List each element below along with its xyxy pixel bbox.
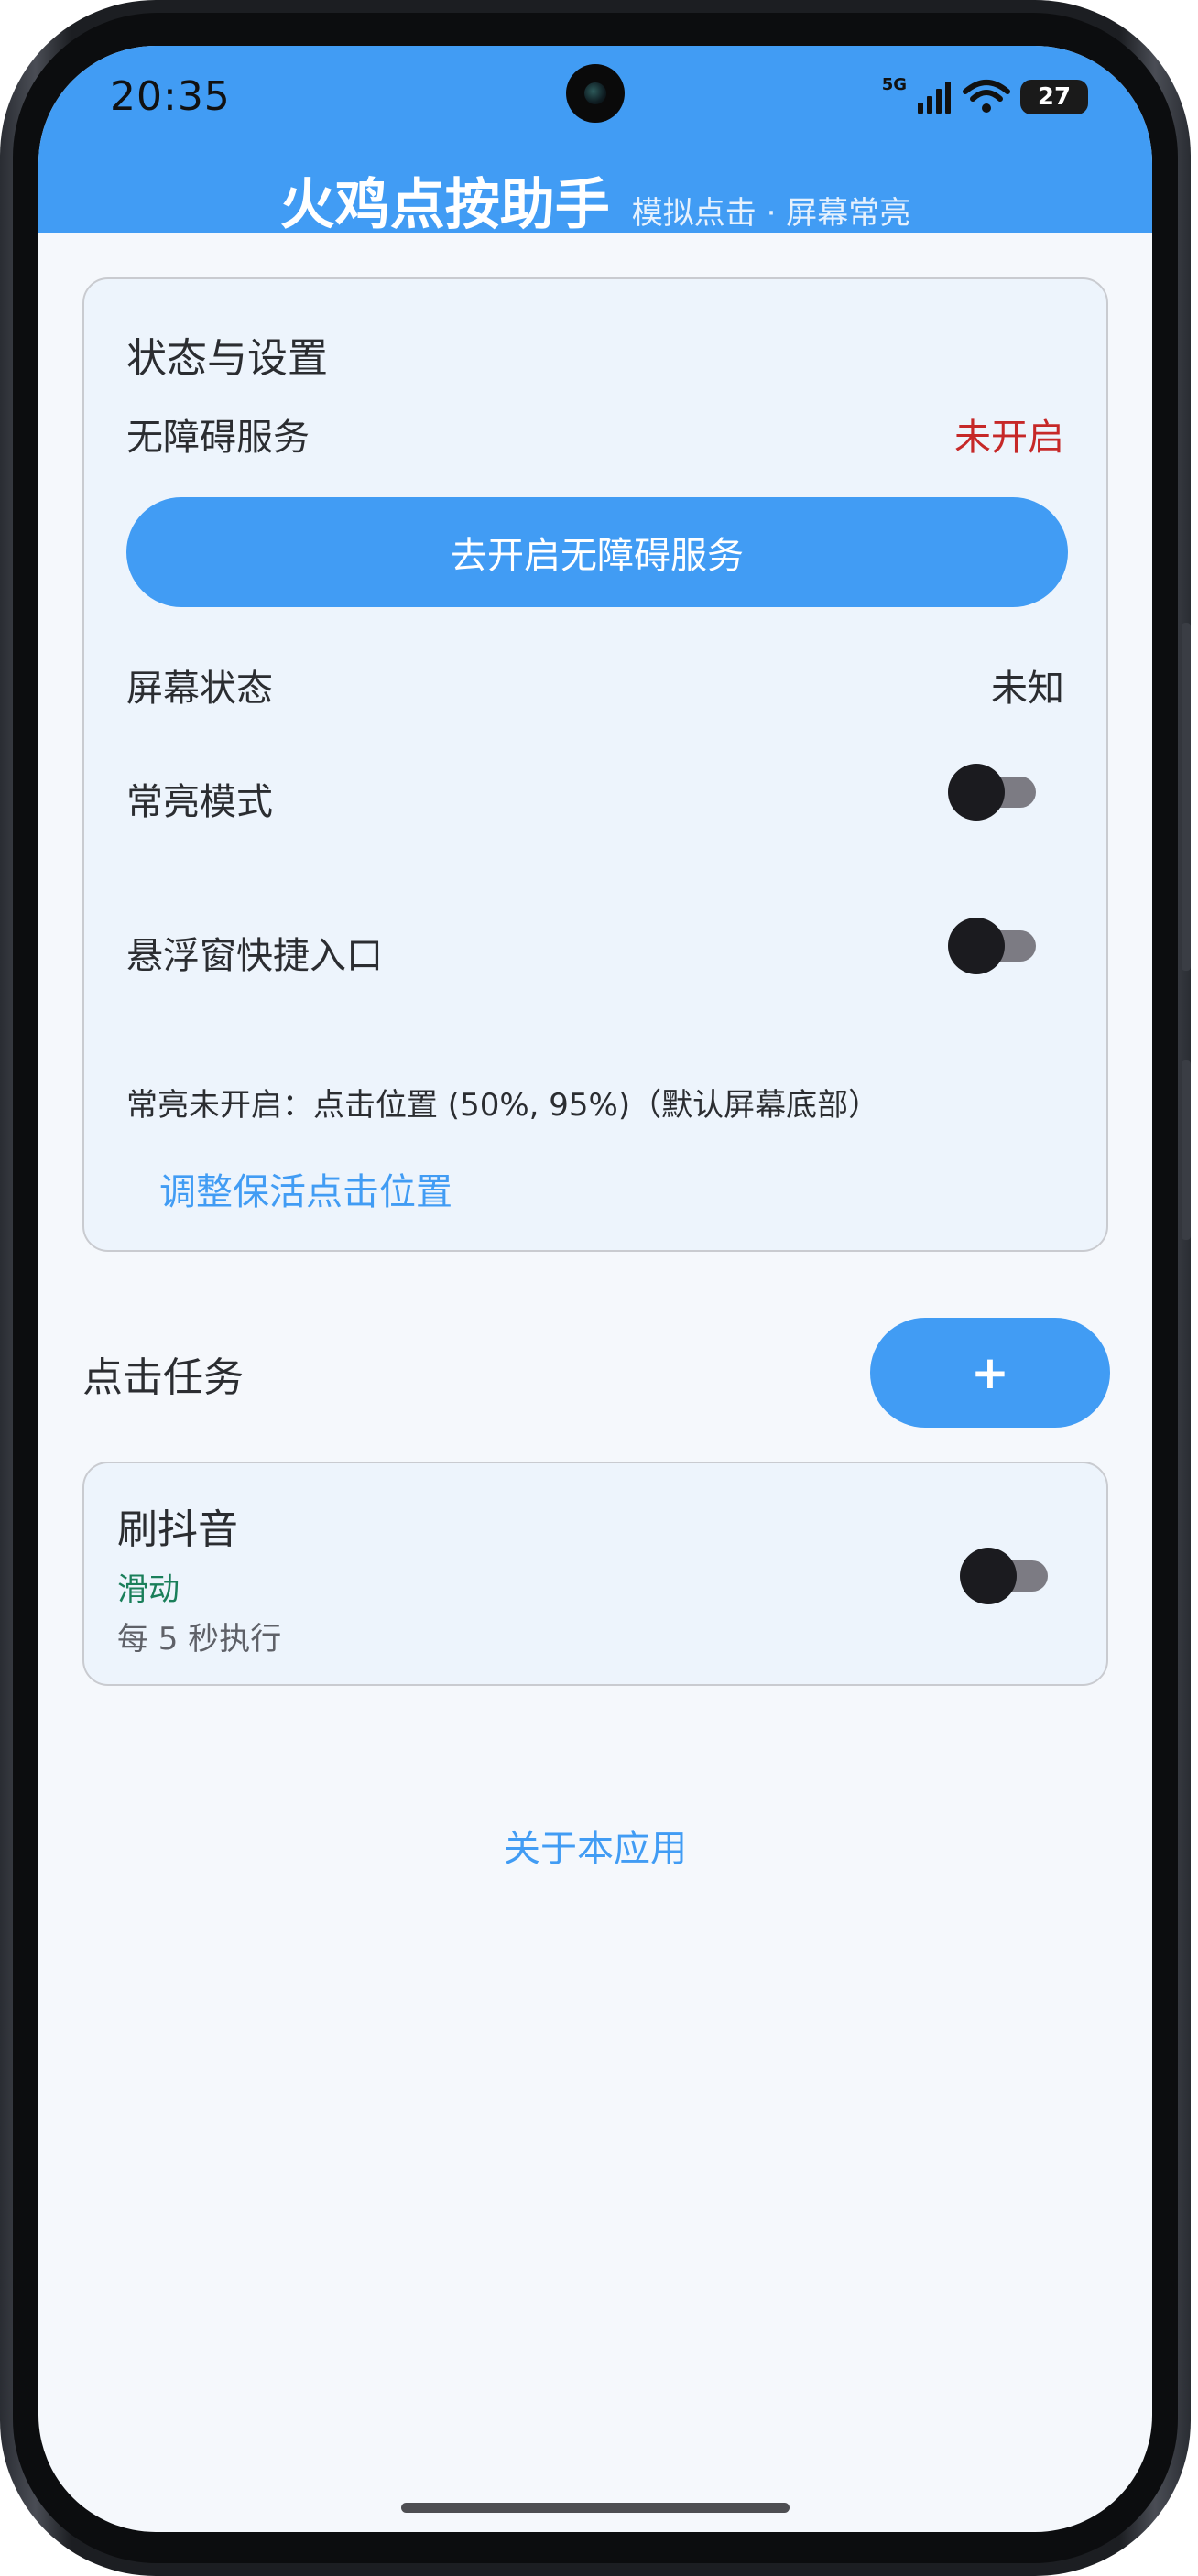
keep-awake-toggle[interactable] bbox=[948, 762, 1036, 821]
status-icons: 5G 27 bbox=[881, 75, 1088, 117]
task-name: 刷抖音 bbox=[117, 1506, 238, 1553]
floating-window-label: 悬浮窗快捷入口 bbox=[126, 935, 383, 977]
volume-button bbox=[1182, 623, 1191, 971]
app-title-row: 火鸡点按助手 模拟点击 · 屏幕常亮 bbox=[38, 160, 1152, 240]
app-title: 火鸡点按助手 bbox=[279, 173, 610, 237]
settings-card: 状态与设置 无障碍服务 未开启 去开启无障碍服务 屏幕状态 未知 常亮模式 悬浮… bbox=[82, 277, 1108, 1252]
wifi-icon bbox=[963, 80, 1010, 113]
status-time: 20:35 bbox=[110, 73, 231, 120]
settings-title: 状态与设置 bbox=[126, 335, 328, 382]
screen-state-value: 未知 bbox=[991, 668, 1064, 710]
screen: 20:35 5G 27 火鸡点按助手 模拟点击 · 屏幕常亮 状态与设置 无障碍… bbox=[38, 46, 1152, 2532]
about-app-link[interactable]: 关于本应用 bbox=[38, 1819, 1152, 1872]
battery-level: 27 bbox=[1037, 83, 1072, 111]
app-bar: 20:35 5G 27 火鸡点按助手 模拟点击 · 屏幕常亮 bbox=[38, 46, 1152, 237]
accessibility-status: 未开启 bbox=[954, 417, 1064, 459]
floating-window-toggle[interactable] bbox=[948, 916, 1036, 974]
signal-icon bbox=[918, 82, 951, 114]
task-enabled-toggle[interactable] bbox=[960, 1546, 1048, 1604]
app-subtitle: 模拟点击 · 屏幕常亮 bbox=[631, 195, 911, 232]
toggle-knob bbox=[948, 918, 1005, 974]
adjust-click-position-link[interactable]: 调整保活点击位置 bbox=[159, 1162, 452, 1215]
enable-accessibility-button[interactable]: 去开启无障碍服务 bbox=[126, 497, 1068, 607]
battery-icon: 27 bbox=[1020, 80, 1088, 114]
task-type: 滑动 bbox=[117, 1571, 180, 1608]
keep-awake-label: 常亮模式 bbox=[126, 781, 273, 823]
task-card[interactable]: 刷抖音 滑动 每 5 秒执行 bbox=[82, 1462, 1108, 1686]
keep-awake-hint: 常亮未开启：点击位置 (50%, 95%)（默认屏幕底部） bbox=[126, 1087, 880, 1124]
toggle-knob bbox=[948, 764, 1005, 821]
accessibility-service-label: 无障碍服务 bbox=[126, 417, 310, 459]
front-camera bbox=[566, 64, 625, 123]
plus-icon: + bbox=[971, 1346, 1009, 1399]
toggle-knob bbox=[960, 1548, 1017, 1604]
network-type-label: 5G bbox=[881, 75, 907, 94]
phone-frame: 20:35 5G 27 火鸡点按助手 模拟点击 · 屏幕常亮 状态与设置 无障碍… bbox=[0, 0, 1191, 2576]
home-indicator[interactable] bbox=[401, 2503, 790, 2513]
screen-state-label: 屏幕状态 bbox=[126, 668, 273, 710]
power-button bbox=[1182, 1060, 1191, 1240]
tasks-title: 点击任务 bbox=[82, 1354, 244, 1401]
task-interval: 每 5 秒执行 bbox=[117, 1621, 282, 1658]
add-task-button[interactable]: + bbox=[870, 1318, 1110, 1428]
